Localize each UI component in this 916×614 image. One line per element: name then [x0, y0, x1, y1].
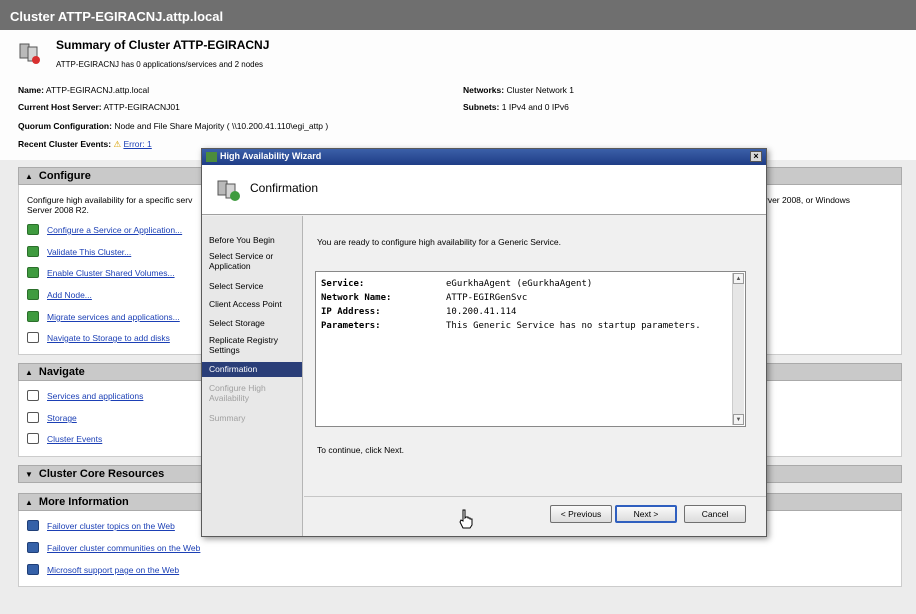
high-availability-wizard-dialog: High Availability Wizard × Confirmation … — [201, 148, 767, 537]
document-icon — [27, 433, 39, 445]
action-navigate-storage[interactable]: Navigate to Storage to add disks — [27, 332, 170, 346]
wizard-steps-panel: Before You Begin Select Service or Appli… — [202, 216, 303, 536]
step-select-service-or-application[interactable]: Select Service or Application — [202, 251, 302, 271]
ip-address-row: IP Address: 10.200.41.114 — [321, 307, 517, 317]
close-icon[interactable]: × — [750, 151, 762, 162]
step-summary: Summary — [209, 413, 246, 423]
continue-instruction: To continue, click Next. — [317, 445, 404, 455]
action-add-node[interactable]: Add Node... — [27, 289, 92, 303]
step-replicate-registry-settings[interactable]: Replicate Registry Settings — [202, 335, 302, 355]
wizard-button-bar: < Previous Next > Cancel — [304, 496, 766, 536]
web-page-icon — [27, 542, 39, 554]
action-icon — [27, 311, 39, 323]
step-before-you-begin[interactable]: Before You Begin — [202, 235, 302, 245]
configure-description: Configure high availability for a specif… — [27, 195, 193, 205]
parameters-row: Parameters: This Generic Service has no s… — [321, 321, 701, 331]
nav-services-link[interactable]: Services and applications — [27, 390, 143, 404]
events-error-link[interactable]: Error: 1 — [123, 139, 151, 149]
more-info-topics-link[interactable]: Failover cluster topics on the Web — [27, 520, 175, 534]
action-validate-cluster[interactable]: Validate This Cluster... — [27, 246, 131, 260]
action-icon — [27, 246, 39, 258]
more-info-support-link[interactable]: Microsoft support page on the Web — [27, 564, 179, 578]
wizard-content: You are ready to configure high availabi… — [304, 216, 766, 496]
details-scrollbar[interactable]: ▲ ▼ — [732, 273, 744, 425]
warning-icon: ⚠ — [113, 139, 122, 149]
document-icon — [27, 332, 39, 344]
wizard-app-icon — [206, 152, 217, 162]
step-confirmation[interactable]: Confirmation — [202, 362, 302, 377]
hand-cursor-icon — [459, 509, 473, 529]
action-configure-service[interactable]: Configure a Service or Application... — [27, 224, 182, 238]
web-page-icon — [27, 564, 39, 576]
next-button[interactable]: Next > — [615, 505, 677, 523]
service-row: Service: eGurkhaAgent (eGurkhaAgent) — [321, 279, 593, 289]
summary-subtitle: ATTP-EGIRACNJ has 0 applications/service… — [56, 60, 264, 69]
collapse-caret-icon: ▲ — [25, 368, 33, 377]
window-title: Cluster ATTP-EGIRACNJ.attp.local — [0, 0, 916, 30]
action-migrate-services[interactable]: Migrate services and applications... — [27, 311, 180, 325]
step-select-storage[interactable]: Select Storage — [202, 318, 302, 328]
wizard-title-bar[interactable]: High Availability Wizard × — [202, 149, 766, 165]
collapse-caret-icon: ▲ — [25, 498, 33, 507]
subnets-field: Subnets: 1 IPv4 and 0 IPv6 — [463, 102, 569, 112]
document-icon — [27, 412, 39, 424]
summary-title: Summary of Cluster ATTP-EGIRACNJ — [56, 38, 270, 52]
cancel-button[interactable]: Cancel — [684, 505, 746, 523]
collapse-caret-icon: ▲ — [25, 172, 33, 181]
host-field: Current Host Server: ATTP-EGIRACNJ01 — [18, 102, 180, 112]
configure-description-right: rver 2008, or Windows — [765, 195, 851, 205]
events-field: Recent Cluster Events: ⚠ Error: 1 — [18, 139, 152, 149]
cluster-summary: Summary of Cluster ATTP-EGIRACNJ ATTP-EG… — [0, 30, 916, 160]
ready-message: You are ready to configure high availabi… — [317, 237, 561, 247]
configure-description-line2: Server 2008 R2. — [27, 205, 89, 215]
confirmation-details-box[interactable]: Service: eGurkhaAgent (eGurkhaAgent) Netw… — [315, 271, 746, 427]
step-client-access-point[interactable]: Client Access Point — [202, 299, 302, 309]
expand-caret-icon: ▼ — [25, 470, 33, 479]
action-enable-csv[interactable]: Enable Cluster Shared Volumes... — [27, 267, 175, 281]
wizard-page-title: Confirmation — [250, 181, 319, 195]
cluster-icon — [19, 43, 40, 64]
wizard-header: Confirmation — [202, 165, 766, 215]
more-info-communities-link[interactable]: Failover cluster communities on the Web — [27, 542, 200, 556]
scroll-down-icon[interactable]: ▼ — [733, 414, 744, 425]
name-field: Name: ATTP-EGIRACNJ.attp.local — [18, 85, 150, 95]
wizard-title: High Availability Wizard — [220, 151, 322, 161]
nav-storage-link[interactable]: Storage — [27, 412, 77, 426]
action-icon — [27, 267, 39, 279]
networks-field: Networks: Cluster Network 1 — [463, 85, 575, 95]
previous-button[interactable]: < Previous — [550, 505, 612, 523]
action-icon — [27, 289, 39, 301]
quorum-field: Quorum Configuration: Node and File Shar… — [18, 121, 329, 131]
step-select-service[interactable]: Select Service — [202, 281, 302, 291]
nav-events-link[interactable]: Cluster Events — [27, 433, 102, 447]
cluster-wizard-icon — [217, 180, 240, 201]
step-configure-high-availability: Configure High Availability — [209, 383, 266, 403]
network-name-row: Network Name: ATTP-EGIRGenSvc — [321, 293, 528, 303]
scroll-up-icon[interactable]: ▲ — [733, 273, 744, 284]
document-icon — [27, 390, 39, 402]
action-icon — [27, 224, 39, 236]
web-page-icon — [27, 520, 39, 532]
